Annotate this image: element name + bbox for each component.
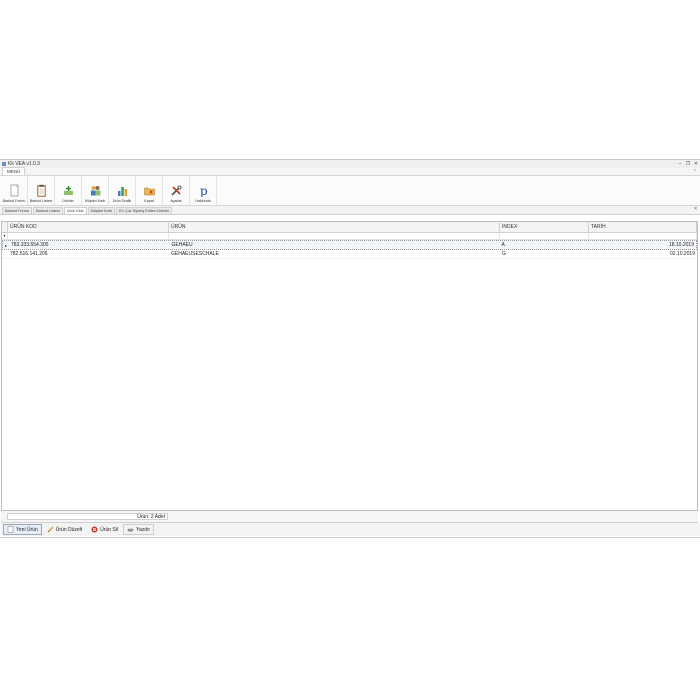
app-window: Kk VEA v1.0.3 – ❐ ✕ MENÜ ⌃ Barkod Formu … [0,159,700,538]
tab-en-cok-siparis[interactable]: En Çok Sipariş Edilen Ürünler [116,207,173,214]
ribbon-button-hakkinda[interactable]: p Hakkında [190,176,217,205]
ribbon-toolbar: Barkod Formu Barkod Listesi Ürünler Müşt… [0,176,700,206]
customers-icon [89,184,102,197]
column-header-index[interactable]: İNDEX [500,222,589,232]
cell-tarih[interactable]: 18.10.2019 [588,242,696,248]
ribbon-button-musteri-karti[interactable]: Müşteri Kartı [82,176,109,205]
window-title: Kk VEA v1.0.3 [8,161,40,167]
document-icon [8,184,21,197]
table-row[interactable]: 782.516.141.206 GEHAEUSESCHALE G 02.10.2… [2,250,697,259]
add-product-icon [62,184,75,197]
clipboard-icon [35,184,48,197]
print-button[interactable]: Yazdır [122,524,155,535]
folder-icon [143,184,156,197]
delete-product-button[interactable]: Ürün Sil [87,524,122,535]
column-header-tarih[interactable]: TARİH [589,222,697,232]
close-icon[interactable]: ✕ [692,161,700,167]
title-bar: Kk VEA v1.0.3 – ❐ ✕ [0,160,700,168]
svg-text:p: p [200,184,208,197]
table-row[interactable]: ▸ 783.333.554.305 GEHAEU A 18.10.2019 [2,240,697,250]
bar-chart-icon [116,184,129,197]
column-header-urun-kod[interactable]: ÜRÜN KOD [8,222,169,232]
cell-urun[interactable]: GEHAEU [170,242,500,248]
tab-barkod-listesi[interactable]: Barkod Listesi [33,207,63,214]
collapse-ribbon-icon[interactable]: ⌃ [693,169,697,175]
p-logo-icon: p [197,184,210,198]
ribbon-button-urunler[interactable]: Ürünler [55,176,82,205]
restore-icon[interactable]: ❐ [684,161,692,167]
minimize-icon[interactable]: – [676,161,684,167]
tab-musteri-karti[interactable]: Müşteri Kartı [87,207,116,214]
filter-row[interactable]: ▾ [2,233,697,240]
products-grid: ÜRÜN KOD ÜRÜN İNDEX TARİH ▾ ▸ 783.333.55… [1,221,698,511]
cell-urun-kod[interactable]: 783.333.554.305 [9,242,170,248]
action-bar: Yeni Ürün Ürün Düzelt Ürün Sil Yazdır [1,523,700,536]
cell-urun-kod[interactable]: 782.516.141.206 [8,251,169,257]
pencil-icon [47,526,54,533]
ribbon-button-barkod-formu[interactable]: Barkod Formu [1,176,28,205]
ribbon-button-barkod-listesi[interactable]: Barkod Listesi [28,176,55,205]
column-header-urun[interactable]: ÜRÜN [169,222,500,232]
delete-icon [91,526,98,533]
product-count: Ürün: 2 Adet [7,513,168,520]
cell-urun[interactable]: GEHAEUSESCHALE [169,251,500,257]
menu-bar: MENÜ ⌃ [0,167,700,176]
grid-header: ÜRÜN KOD ÜRÜN İNDEX TARİH [2,222,697,233]
tab-barkod-formu[interactable]: Barkod Formu [2,207,33,214]
new-product-button[interactable]: Yeni Ürün [3,524,42,535]
ribbon-button-kapat[interactable]: Kapat [136,176,163,205]
ribbon-button-ayarlar[interactable]: Ayarlar [163,176,190,205]
edit-product-button[interactable]: Ürün Düzelt [43,524,86,535]
printer-icon [127,526,134,533]
cell-index[interactable]: A [500,242,589,248]
ribbon-button-urun-grafik[interactable]: Ürün Grafik [109,176,136,205]
cell-tarih[interactable]: 02.10.2019 [589,251,697,257]
menu-tab[interactable]: MENÜ [2,167,26,175]
new-document-icon [7,526,14,533]
filter-cell[interactable] [589,233,697,239]
filter-cell[interactable] [8,233,169,239]
app-icon [2,162,6,166]
tab-urun-ekle[interactable]: Ürün Ekle [63,207,87,214]
document-tabs: Barkod Formu Barkod Listesi Ürün Ekle Mü… [0,206,700,215]
tools-icon [170,184,183,197]
close-tab-icon[interactable]: × [694,206,697,212]
filter-cell[interactable] [500,233,589,239]
cell-index[interactable]: G [500,251,589,257]
grid-footer: Ürün: 2 Adet [1,511,698,523]
filter-cell[interactable] [169,233,500,239]
